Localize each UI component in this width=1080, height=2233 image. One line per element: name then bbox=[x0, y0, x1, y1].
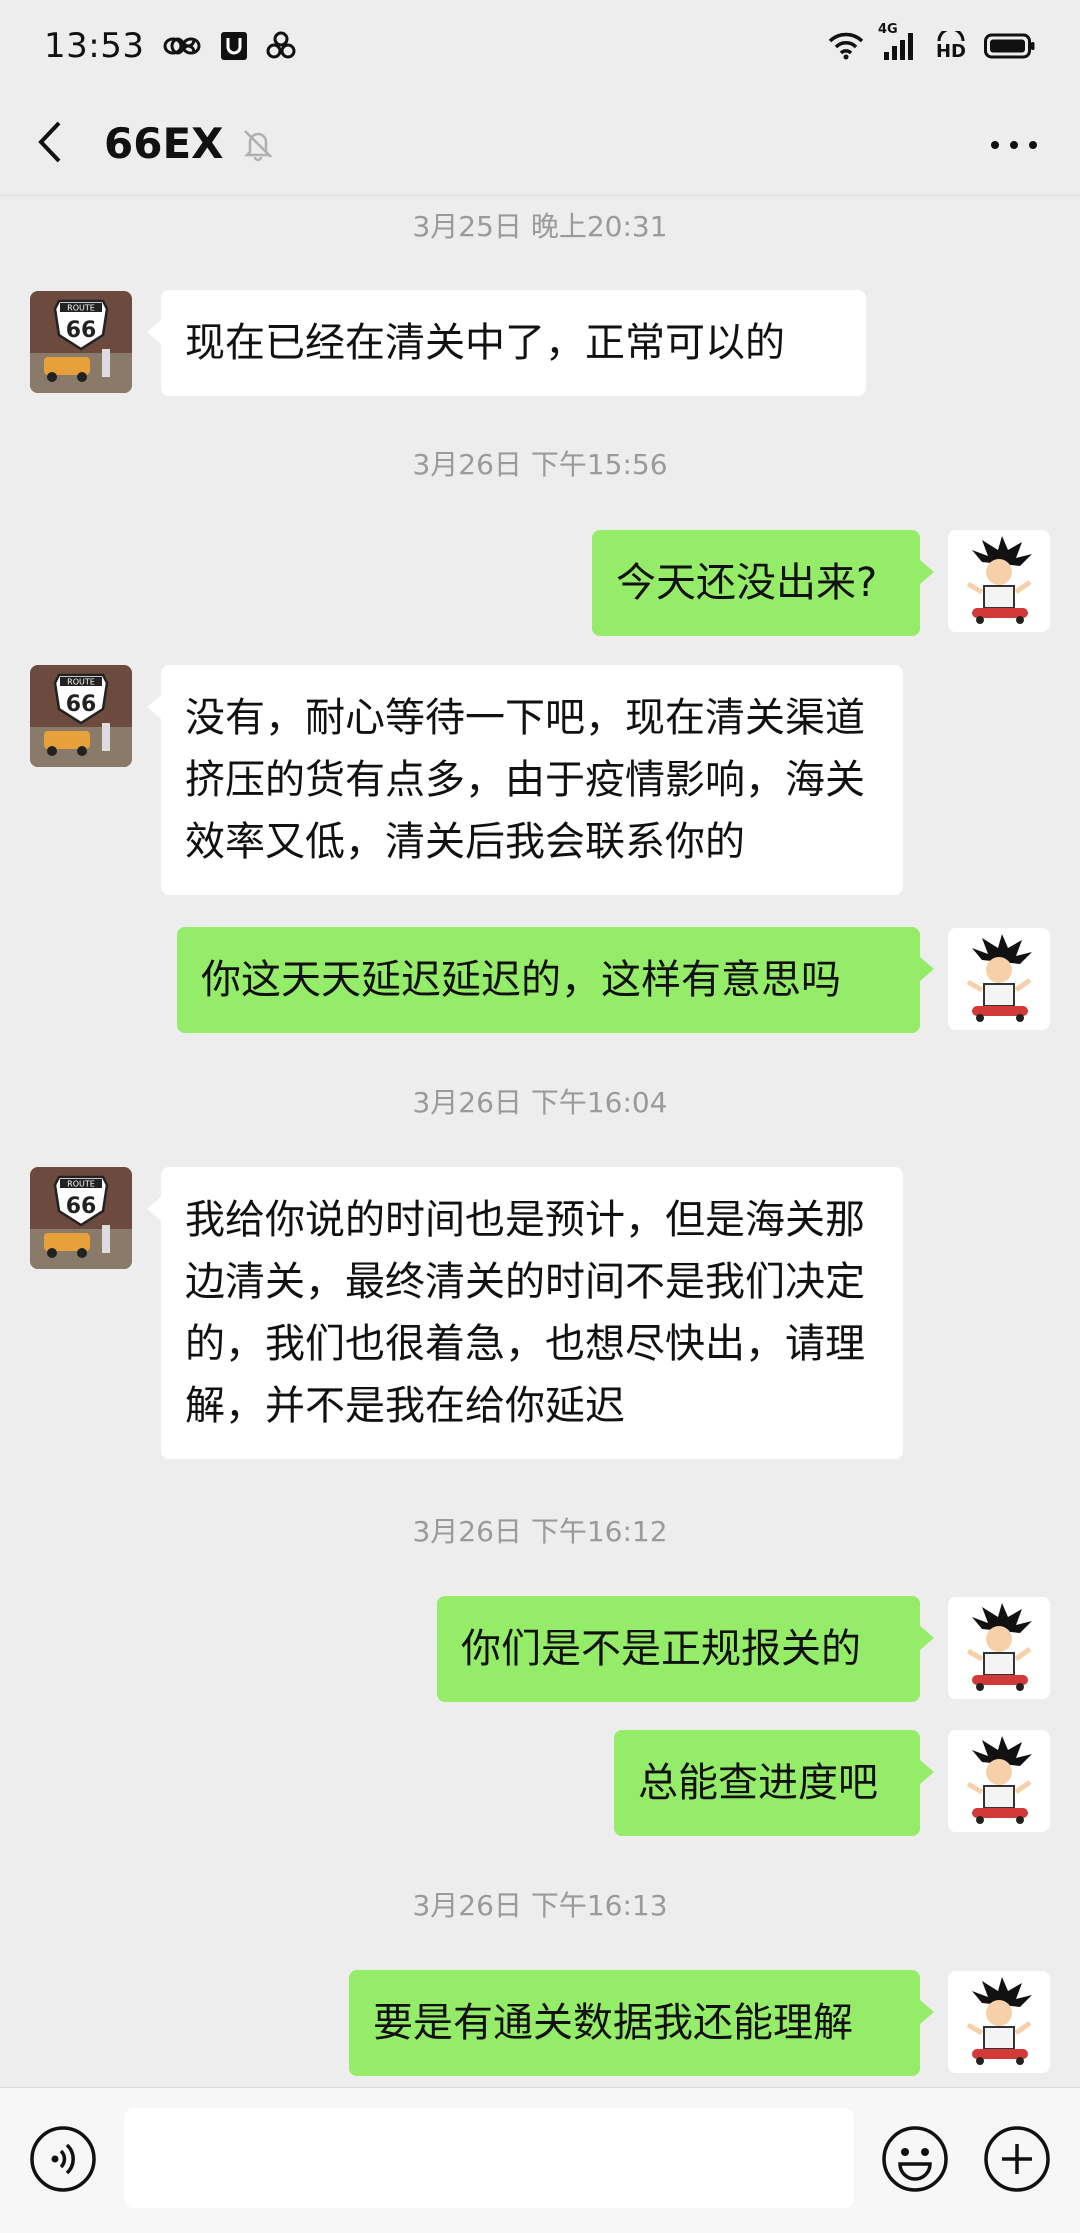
timestamp: 3月26日 下午15:56 bbox=[412, 448, 668, 481]
status-right: 4G HD bbox=[828, 22, 1036, 62]
route-badge-label: ROUTE bbox=[67, 678, 95, 687]
voice-icon bbox=[28, 2126, 98, 2198]
received-message[interactable]: 我给你说的时间也是预计，但是海关那边清关，最终清关的时间不是我们决定的，我们也很… bbox=[147, 1167, 903, 1459]
my-avatar[interactable] bbox=[948, 1971, 1050, 2073]
my-avatar[interactable] bbox=[948, 1730, 1050, 1832]
emoji-button[interactable] bbox=[880, 2124, 950, 2194]
status-left: 13:53 bbox=[44, 26, 296, 66]
route-badge-number: 66 bbox=[66, 1194, 97, 1219]
contact-avatar[interactable]: ROUTE 66 bbox=[30, 665, 132, 767]
timestamp: 3月26日 下午16:13 bbox=[412, 1889, 668, 1922]
infinity-icon bbox=[162, 35, 202, 57]
back-button[interactable] bbox=[0, 92, 100, 196]
network-label: 4G bbox=[877, 22, 898, 37]
contact-avatar[interactable]: ROUTE 66 bbox=[30, 291, 132, 393]
input-bar bbox=[0, 2087, 1080, 2233]
voice-input-button[interactable] bbox=[28, 2124, 98, 2194]
received-message[interactable]: 现在已经在清关中了，正常可以的 bbox=[147, 290, 866, 396]
my-avatar[interactable] bbox=[948, 1597, 1050, 1699]
more-options-button[interactable] bbox=[984, 118, 1044, 170]
my-avatar[interactable] bbox=[948, 530, 1050, 632]
ellipsis-icon bbox=[990, 135, 1038, 154]
cloverleaf-icon bbox=[266, 31, 296, 61]
sent-message[interactable]: 总能查进度吧 bbox=[614, 1730, 934, 1836]
hd-label: HD bbox=[935, 41, 966, 62]
route-badge-number: 66 bbox=[66, 318, 97, 343]
bell-muted-icon bbox=[240, 126, 276, 162]
sent-message[interactable]: 要是有通关数据我还能理解 bbox=[349, 1970, 934, 2076]
chat-title: 66EX bbox=[104, 119, 224, 168]
my-avatar[interactable] bbox=[948, 928, 1050, 1030]
timestamp: 3月25日 晚上20:31 bbox=[412, 210, 668, 243]
wifi-icon bbox=[828, 32, 864, 60]
smiley-icon bbox=[880, 2126, 950, 2198]
battery-icon bbox=[984, 33, 1036, 59]
route-badge-number: 66 bbox=[66, 692, 97, 717]
hd-icon: HD bbox=[936, 31, 966, 61]
message-input[interactable] bbox=[124, 2108, 854, 2208]
timestamp: 3月26日 下午16:04 bbox=[412, 1086, 668, 1119]
sent-message[interactable]: 你这天天延迟延迟的，这样有意思吗 bbox=[177, 927, 934, 1033]
more-actions-button[interactable] bbox=[982, 2124, 1052, 2194]
status-bar: 13:53 4G HD bbox=[0, 0, 1080, 92]
message-list[interactable]: 3月25日 晚上20:31 ROUTE 66 现在已经在清关中了，正常可以的 3月… bbox=[0, 197, 1080, 2087]
shield-icon bbox=[220, 31, 248, 61]
received-message[interactable]: 没有，耐心等待一下吧，现在清关渠道挤压的货有点多，由于疫情影响，海关效率又低，清… bbox=[147, 665, 903, 895]
signal-icon: 4G bbox=[878, 22, 918, 62]
status-time: 13:53 bbox=[44, 26, 145, 66]
route-badge-label: ROUTE bbox=[67, 1180, 95, 1189]
timestamp: 3月26日 下午16:12 bbox=[412, 1515, 668, 1548]
sent-message[interactable]: 今天还没出来? bbox=[592, 530, 934, 636]
plus-circle-icon bbox=[982, 2126, 1052, 2198]
contact-avatar[interactable]: ROUTE 66 bbox=[30, 1167, 132, 1269]
route-badge-label: ROUTE bbox=[67, 304, 95, 313]
chat-header: 66EX bbox=[0, 92, 1080, 196]
sent-message[interactable]: 你们是不是正规报关的 bbox=[437, 1596, 934, 1702]
chevron-left-icon bbox=[35, 119, 65, 169]
